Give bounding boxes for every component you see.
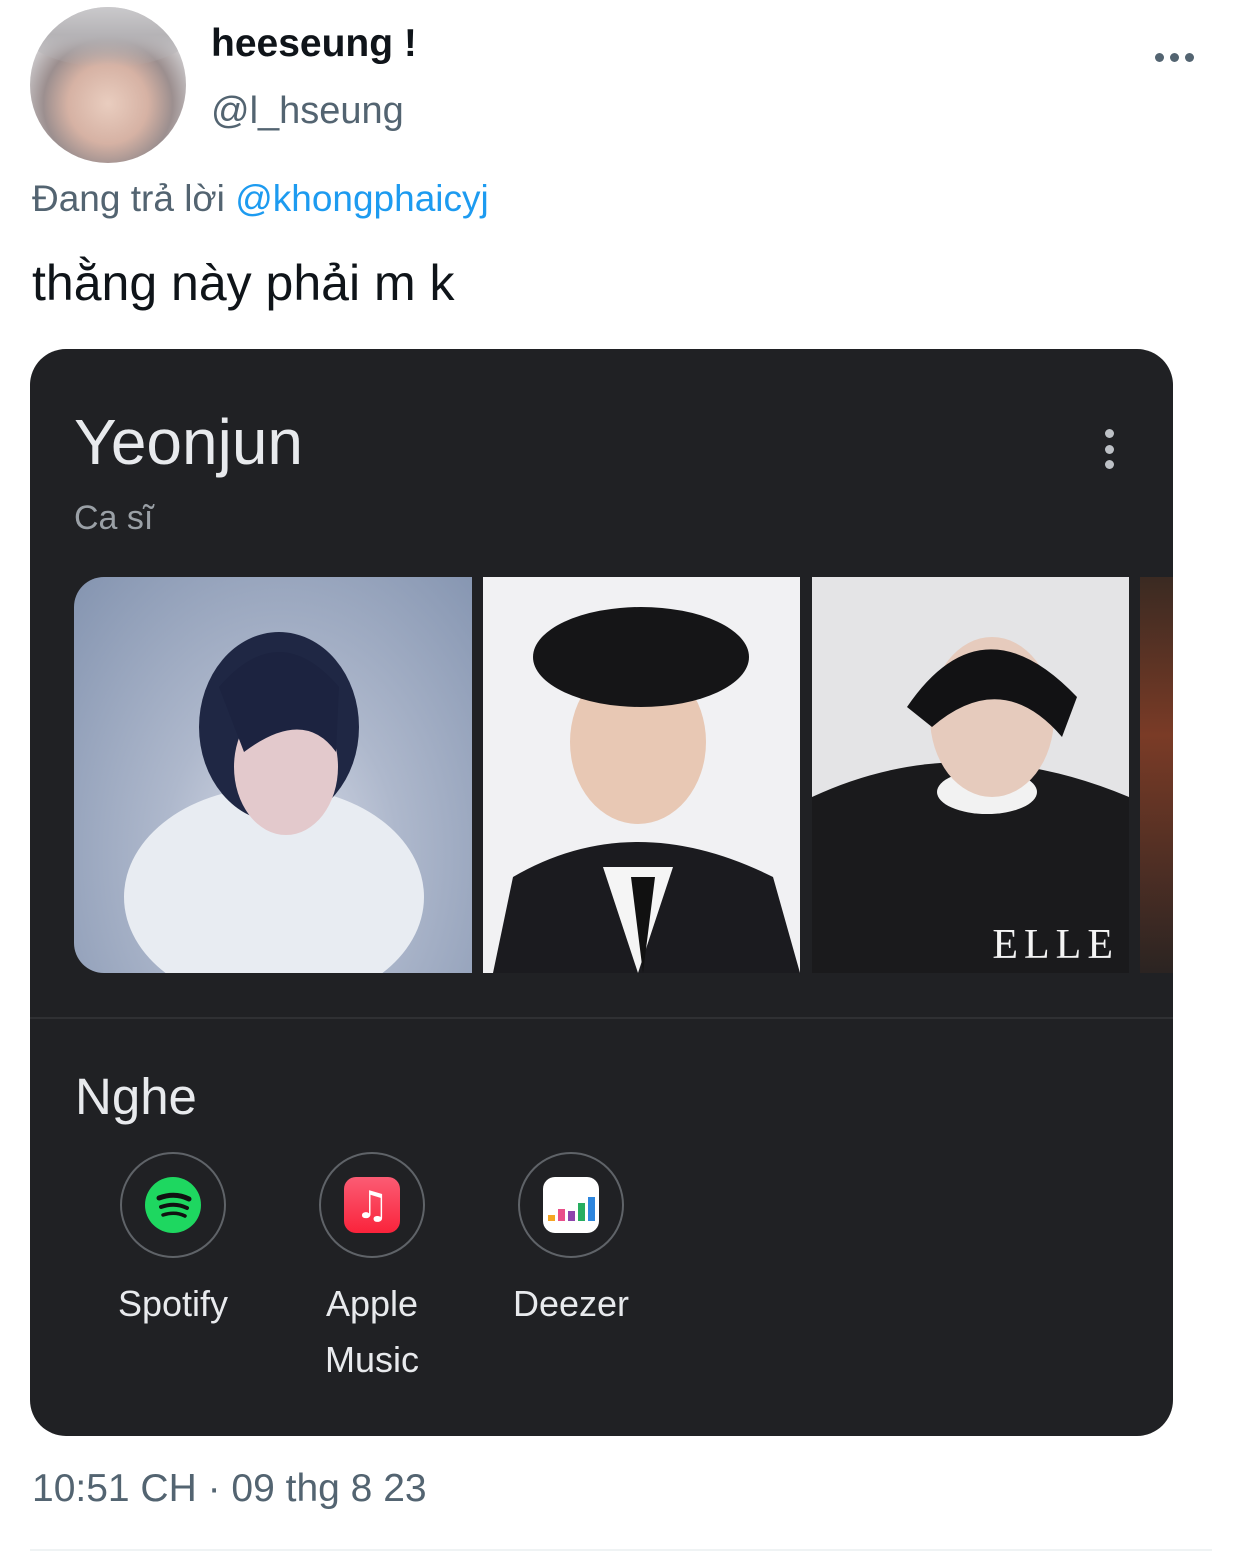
- apple-music-button[interactable]: ♫ Apple Music: [297, 1152, 447, 1388]
- apple-music-label: Apple Music: [324, 1283, 419, 1380]
- avatar[interactable]: [30, 7, 186, 163]
- magazine-watermark: ELLE: [992, 922, 1119, 968]
- deezer-ring: [518, 1152, 624, 1258]
- apple-music-icon: ♫: [344, 1177, 400, 1233]
- author-handle[interactable]: @l_hseung: [211, 90, 404, 133]
- reply-context: Đang trả lời @khongphaicyj: [32, 178, 489, 220]
- section-divider: [30, 1017, 1173, 1019]
- spotify-label: Spotify: [117, 1283, 229, 1324]
- bottom-divider: [30, 1549, 1212, 1551]
- photo-1-figure: [124, 632, 424, 973]
- spotify-icon: [145, 1177, 201, 1233]
- spotify-button[interactable]: Spotify: [98, 1152, 248, 1332]
- card-title: Yeonjun: [74, 406, 303, 478]
- knowledge-card[interactable]: Yeonjun Ca sĩ ELLE Nghe Spotify ♫ Apple …: [30, 349, 1173, 1436]
- more-vertical-icon[interactable]: [1102, 429, 1116, 469]
- apple-music-ring: ♫: [319, 1152, 425, 1258]
- photo-2-figure: [493, 607, 800, 973]
- photo-4[interactable]: [1140, 577, 1173, 973]
- more-horizontal-icon[interactable]: [1155, 44, 1201, 70]
- reply-prefix: Đang trả lời: [32, 178, 225, 219]
- author-name[interactable]: heeseung !: [211, 22, 417, 66]
- photo-2[interactable]: [483, 577, 800, 973]
- photo-3-figure: [812, 637, 1129, 973]
- tweet-text: thằng này phải m k: [32, 255, 455, 311]
- deezer-icon: [543, 1177, 599, 1233]
- listen-heading: Nghe: [75, 1068, 197, 1125]
- deezer-label: Deezer: [512, 1283, 630, 1324]
- photo-1[interactable]: [74, 577, 472, 973]
- photo-3[interactable]: ELLE: [812, 577, 1129, 973]
- card-subtitle: Ca sĩ: [74, 499, 154, 537]
- reply-mention-link[interactable]: @khongphaicyj: [235, 178, 489, 219]
- deezer-button[interactable]: Deezer: [496, 1152, 646, 1332]
- spotify-ring: [120, 1152, 226, 1258]
- tweet-timestamp[interactable]: 10:51 CH · 09 thg 8 23: [32, 1467, 427, 1511]
